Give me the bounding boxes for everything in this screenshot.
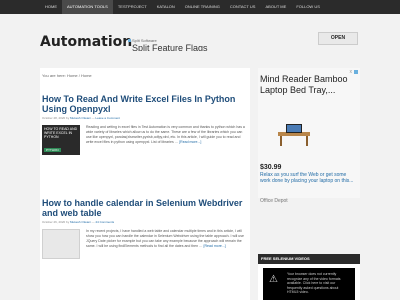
- post-meta: October 26, 2020 by Mukesh Otwani — 44 C…: [42, 220, 247, 224]
- read-more-link[interactable]: [Read more...]: [179, 140, 201, 144]
- header-ad[interactable]: Split Software Split Feature Flags: [132, 38, 292, 54]
- post-body: In my recent projects, I have handled a …: [42, 229, 247, 259]
- video-message: Your browser does not currently recogniz…: [287, 272, 341, 294]
- sidebar: x Mind Reader Bamboo Laptop Bed Tray,...…: [258, 68, 360, 300]
- ad-source[interactable]: Office Depot: [260, 198, 288, 204]
- breadcrumb: You are here: Home / Home: [42, 73, 92, 78]
- post-excerpt: Reading and writing in excel files in Te…: [86, 125, 247, 155]
- main-content: You are here: Home / Home How To Read An…: [40, 68, 250, 300]
- nav-item-katalon[interactable]: KATALON: [152, 0, 180, 14]
- post-date: October 28, 2020: [42, 116, 66, 120]
- post-title[interactable]: How to handle calendar in Selenium Webdr…: [42, 198, 247, 218]
- site-title[interactable]: Automation: [40, 34, 132, 50]
- post-author[interactable]: Mukesh Otwani: [70, 220, 91, 224]
- post-date: October 26, 2020: [42, 220, 66, 224]
- laptop-tray-image[interactable]: [272, 120, 316, 150]
- ad-product-title[interactable]: Mind Reader Bamboo Laptop Bed Tray,...: [260, 74, 355, 96]
- nav-item-follow-us[interactable]: FOLLOW US: [291, 0, 325, 14]
- nav-item-home[interactable]: HOME: [40, 0, 62, 14]
- video-widget-heading: FREE SELENIUM VIDEOS: [258, 254, 360, 264]
- video-widget: FREE SELENIUM VIDEOS ⚠ Your browser does…: [258, 254, 360, 300]
- sidebar-ad[interactable]: x Mind Reader Bamboo Laptop Bed Tray,...…: [258, 68, 360, 204]
- post-comments-link[interactable]: Leave a Comment: [95, 116, 120, 120]
- thumbnail-text: HOW TO READ AND WRITE EXCEL IN PYTHON: [44, 127, 78, 139]
- nav-item-contact-us[interactable]: CONTACT US: [225, 0, 261, 14]
- post-meta: October 28, 2020 by Mukesh Otwani — Leav…: [42, 116, 247, 120]
- post-body: HOW TO READ AND WRITE EXCEL IN PYTHON PY…: [42, 125, 247, 155]
- nav-menu: HOME AUTOMATION TOOLS TESTPROJECT KATALO…: [40, 0, 325, 14]
- nav-item-about-me[interactable]: ABOUT ME: [260, 0, 291, 14]
- warning-icon: ⚠: [269, 274, 278, 285]
- read-more-link[interactable]: [Read more...]: [204, 244, 226, 248]
- top-nav: HOME AUTOMATION TOOLS TESTPROJECT KATALO…: [0, 0, 400, 14]
- video-player[interactable]: ⚠ Your browser does not currently recogn…: [263, 268, 355, 300]
- ad-headline: Split Feature Flags: [132, 43, 208, 51]
- site-header: Automation Split Software Split Feature …: [40, 26, 358, 56]
- nav-item-testproject[interactable]: TESTPROJECT: [113, 0, 152, 14]
- ad-price: $30.99: [260, 164, 282, 171]
- post-by: by: [66, 220, 70, 224]
- ad-open-button[interactable]: OPEN: [318, 32, 358, 45]
- nav-item-online-training[interactable]: ONLINE TRAINING: [180, 0, 225, 14]
- post-comments-link[interactable]: 44 Comments: [95, 220, 114, 224]
- post-author[interactable]: Mukesh Otwani: [70, 116, 91, 120]
- ad-description[interactable]: Relax as you surf the Web or get some wo…: [260, 172, 358, 184]
- nav-item-automation-tools[interactable]: AUTOMATION TOOLS: [62, 0, 113, 14]
- post-item: How to handle calendar in Selenium Webdr…: [42, 198, 247, 259]
- post-excerpt: In my recent projects, I have handled a …: [86, 229, 247, 259]
- post-thumbnail[interactable]: HOW TO READ AND WRITE EXCEL IN PYTHON PY…: [42, 125, 80, 155]
- ad-info-icon[interactable]: [128, 39, 131, 42]
- post-by: by: [66, 116, 70, 120]
- post-item: How To Read And Write Excel Files In Pyt…: [42, 94, 247, 155]
- thumbnail-tag: PYTHON: [44, 148, 61, 152]
- excerpt-text: Reading and writing in excel files in Te…: [86, 125, 245, 144]
- post-title[interactable]: How To Read And Write Excel Files In Pyt…: [42, 94, 247, 114]
- post-thumbnail[interactable]: [42, 229, 80, 259]
